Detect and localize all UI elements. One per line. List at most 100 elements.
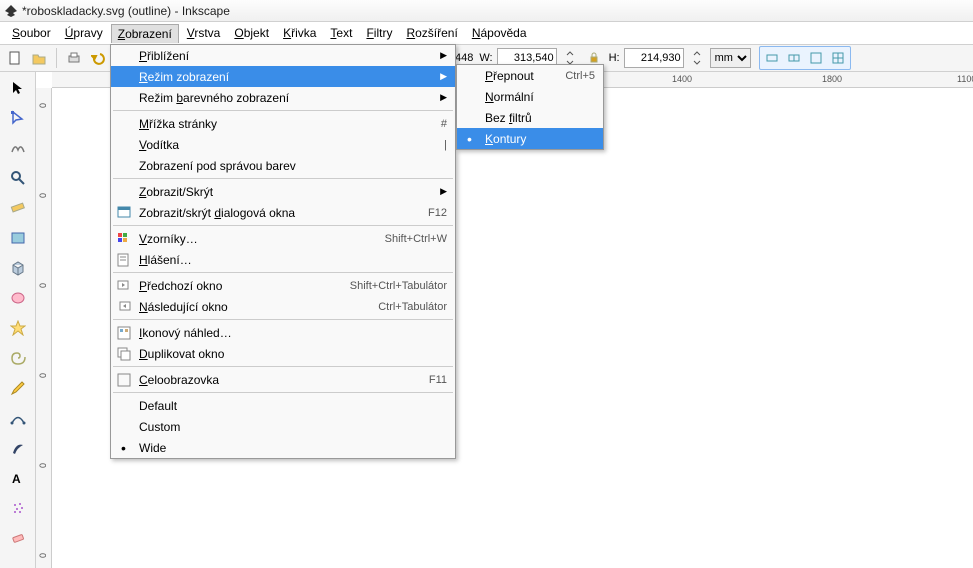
snap-3-button[interactable] bbox=[805, 48, 827, 68]
height-field[interactable] bbox=[624, 48, 684, 68]
snap-4-button[interactable] bbox=[827, 48, 849, 68]
menuitem-n-sleduj-c-okno[interactable]: Následující oknoCtrl+Tabulátor bbox=[111, 296, 455, 317]
zoom-tool[interactable] bbox=[2, 164, 34, 192]
fullscreen-icon bbox=[117, 373, 131, 387]
menuitem-label: Přiblížení bbox=[139, 49, 189, 63]
menuitem-zobrazit-skr-t-dialogov-okna[interactable]: Zobrazit/skrýt dialogová oknaF12 bbox=[111, 202, 455, 223]
menuitem-label: Předchozí okno bbox=[139, 279, 222, 293]
menuitem-label: Zobrazení pod správou barev bbox=[139, 159, 296, 173]
spiral-tool[interactable] bbox=[2, 344, 34, 372]
submenuitem-kontury[interactable]: • Kontury bbox=[457, 128, 603, 149]
nextwin-icon bbox=[117, 300, 131, 314]
undo-button[interactable] bbox=[87, 47, 109, 69]
accel: Shift+Ctrl+Tabulátor bbox=[350, 280, 447, 292]
submenu-rezim-zobrazeni: Přepnout Ctrl+5 Normální Bez filtrů • Kontury bbox=[456, 64, 604, 150]
menu-upravy[interactable]: Úpravy bbox=[59, 24, 109, 42]
eraser-tool[interactable] bbox=[2, 524, 34, 552]
menuitem-custom[interactable]: Custom bbox=[111, 416, 455, 437]
submenu-arrow-icon: ▶ bbox=[440, 71, 447, 82]
accel: Ctrl+Tabulátor bbox=[378, 301, 447, 313]
unit-select[interactable]: mm bbox=[710, 48, 751, 68]
submenuitem-label: Přepnout bbox=[485, 69, 534, 83]
snap-2-button[interactable] bbox=[783, 48, 805, 68]
submenuitem-label: Normální bbox=[485, 90, 534, 104]
snap-1-button[interactable] bbox=[761, 48, 783, 68]
menuitem-zobrazit-skr-t[interactable]: Zobrazit/Skrýt▶ bbox=[111, 181, 455, 202]
bullet-icon: • bbox=[121, 440, 126, 456]
menu-rozsireni[interactable]: Rozšíření bbox=[400, 24, 463, 42]
measure-tool[interactable] bbox=[2, 194, 34, 222]
text-tool[interactable]: A bbox=[2, 464, 34, 492]
menu-zobrazeni-dropdown: Přiblížení▶Režim zobrazení▶Režim barevné… bbox=[110, 44, 456, 459]
menuitem-p-ibl-en-[interactable]: Přiblížení ▶ bbox=[111, 45, 455, 66]
new-button[interactable] bbox=[4, 47, 26, 69]
menuitem-wide[interactable]: •Wide bbox=[111, 437, 455, 458]
menu-zobrazeni[interactable]: Zobrazení bbox=[111, 24, 179, 43]
open-button[interactable] bbox=[28, 47, 50, 69]
menuitem-label: Default bbox=[139, 399, 177, 413]
menuitem-m-ka-str-nky[interactable]: Mřížka stránky# bbox=[111, 113, 455, 134]
submenuitem-norm-ln-[interactable]: Normální bbox=[457, 86, 603, 107]
menuitem-ikonov-n-hled-[interactable]: Ikonový náhled… bbox=[111, 322, 455, 343]
ellipse-tool[interactable] bbox=[2, 284, 34, 312]
menu-napoveda[interactable]: Nápověda bbox=[466, 24, 533, 42]
submenuitem-label: Kontury bbox=[485, 132, 526, 146]
menuitem-default[interactable]: Default bbox=[111, 395, 455, 416]
menuitem-label: Režim zobrazení bbox=[139, 70, 229, 84]
submenu-arrow-icon: ▶ bbox=[440, 50, 447, 61]
submenuitem-bez-filtr-[interactable]: Bez filtrů bbox=[457, 107, 603, 128]
menu-filtry[interactable]: Filtry bbox=[360, 24, 398, 42]
h-label: H: bbox=[609, 52, 620, 64]
menu-objekt[interactable]: Objekt bbox=[228, 24, 275, 42]
3dbox-tool[interactable] bbox=[2, 254, 34, 282]
spinner-icon-2[interactable] bbox=[686, 47, 708, 69]
menuitem-label: Zobrazit/skrýt dialogová okna bbox=[139, 206, 295, 220]
dupwin-icon bbox=[117, 347, 131, 361]
window-title: *roboskladacky.svg (outline) - Inkscape bbox=[22, 4, 230, 18]
menuitem-hl-en-[interactable]: Hlášení… bbox=[111, 249, 455, 270]
accel: Shift+Ctrl+W bbox=[385, 233, 447, 245]
menuitem-vzorn-ky-[interactable]: Vzorníky… Shift+Ctrl+W bbox=[111, 228, 455, 249]
print-button[interactable] bbox=[63, 47, 85, 69]
menu-vrstva[interactable]: Vrstva bbox=[181, 24, 227, 42]
bullet-icon: • bbox=[467, 131, 472, 147]
menuitem-label: Custom bbox=[139, 420, 180, 434]
menuitem-p-edchoz-okno[interactable]: Předchozí okno Shift+Ctrl+Tabulátor bbox=[111, 275, 455, 296]
accel: Ctrl+5 bbox=[565, 70, 595, 82]
menuitem-label: Celoobrazovka bbox=[139, 373, 219, 387]
submenuitem-p-epnout[interactable]: Přepnout Ctrl+5 bbox=[457, 65, 603, 86]
selector-tool[interactable] bbox=[2, 74, 34, 102]
menu-krivka[interactable]: Křivka bbox=[277, 24, 322, 42]
menuitem-label: Vodítka bbox=[139, 138, 179, 152]
tweak-tool[interactable] bbox=[2, 134, 34, 162]
accel: # bbox=[441, 118, 447, 130]
toolbox: A bbox=[0, 72, 36, 568]
pencil-tool[interactable] bbox=[2, 374, 34, 402]
menuitem-label: Hlášení… bbox=[139, 253, 192, 267]
submenuitem-label: Bez filtrů bbox=[485, 111, 532, 125]
bezier-tool[interactable] bbox=[2, 404, 34, 432]
menuitem-vod-tka[interactable]: Vodítka| bbox=[111, 134, 455, 155]
menuitem-re-im-barevn-ho-zobrazen-[interactable]: Režim barevného zobrazení ▶ bbox=[111, 87, 455, 108]
menu-text[interactable]: Text bbox=[324, 24, 358, 42]
menuitem-re-im-zobrazen-[interactable]: Režim zobrazení ▶ bbox=[111, 66, 455, 87]
menuitem-celoobrazovka[interactable]: Celoobrazovka F11 bbox=[111, 369, 455, 390]
menuitem-duplikovat-okno[interactable]: Duplikovat okno bbox=[111, 343, 455, 364]
menuitem-zobrazen-pod-spr-vou-barev[interactable]: Zobrazení pod správou barev bbox=[111, 155, 455, 176]
star-tool[interactable] bbox=[2, 314, 34, 342]
accel: F11 bbox=[429, 374, 447, 386]
menuitem-label: Vzorníky… bbox=[139, 232, 198, 246]
menu-soubor[interactable]: Soubor bbox=[6, 24, 57, 42]
spray-tool[interactable] bbox=[2, 494, 34, 522]
calligraphy-tool[interactable] bbox=[2, 434, 34, 462]
menuitem-label: Režim barevného zobrazení bbox=[139, 91, 289, 105]
rect-tool[interactable] bbox=[2, 224, 34, 252]
node-tool[interactable] bbox=[2, 104, 34, 132]
titlebar: *roboskladacky.svg (outline) - Inkscape bbox=[0, 0, 973, 22]
snap-group bbox=[759, 46, 851, 70]
submenu-arrow-icon: ▶ bbox=[440, 92, 447, 103]
toolbar-cut-val: 448 bbox=[455, 52, 473, 64]
svg-text:A: A bbox=[12, 472, 21, 486]
swatch-icon bbox=[117, 232, 131, 246]
menuitem-label: Ikonový náhled… bbox=[139, 326, 232, 340]
